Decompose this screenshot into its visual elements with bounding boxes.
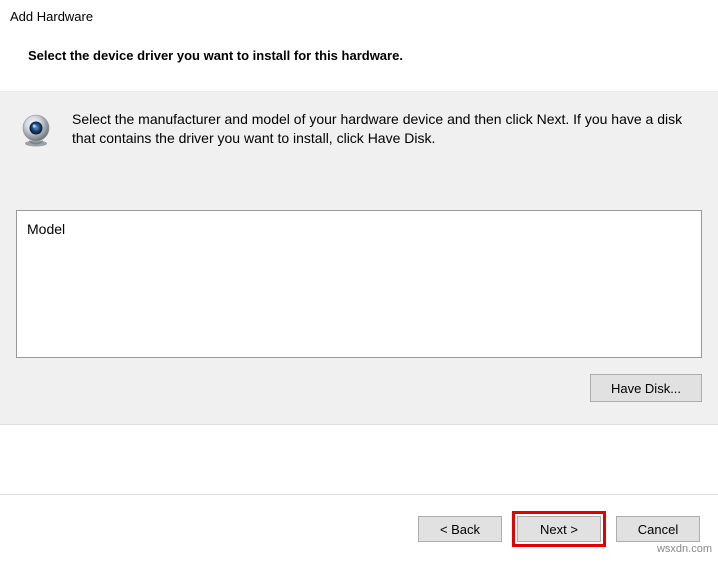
instruction-row: Select the manufacturer and model of you…: [0, 92, 718, 158]
cancel-button[interactable]: Cancel: [616, 516, 700, 542]
page-heading: Select the device driver you want to ins…: [28, 48, 690, 63]
back-button[interactable]: < Back: [418, 516, 502, 542]
next-button-highlight: Next >: [512, 511, 606, 547]
wizard-footer: < Back Next > Cancel: [0, 494, 718, 563]
model-list-header: Model: [27, 221, 691, 237]
next-button[interactable]: Next >: [517, 516, 601, 542]
content-panel: Select the manufacturer and model of you…: [0, 91, 718, 425]
have-disk-button[interactable]: Have Disk...: [590, 374, 702, 402]
wizard-header: Select the device driver you want to ins…: [0, 28, 718, 91]
instruction-text: Select the manufacturer and model of you…: [72, 110, 700, 148]
hardware-icon: [18, 112, 54, 148]
model-listbox[interactable]: Model: [16, 210, 702, 358]
have-disk-row: Have Disk...: [0, 370, 718, 424]
window-title: Add Hardware: [0, 0, 718, 28]
